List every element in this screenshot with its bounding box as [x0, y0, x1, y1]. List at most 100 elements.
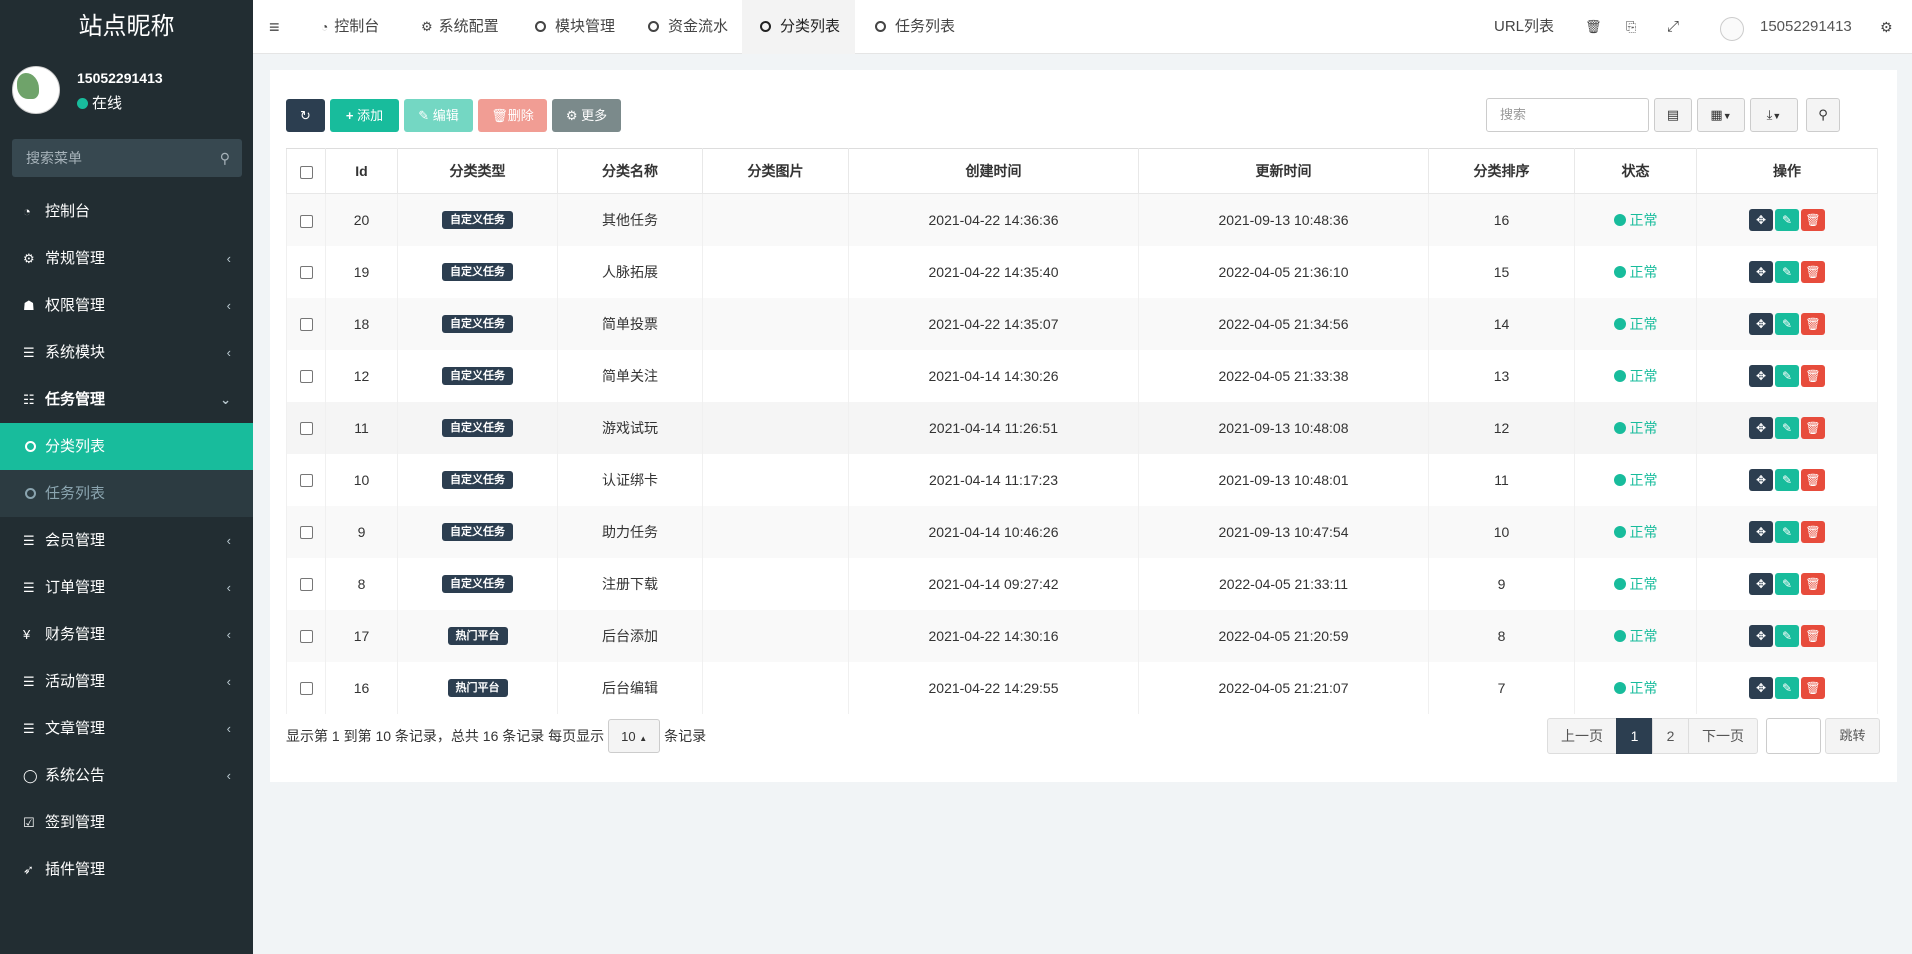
row-checkbox[interactable] [299, 578, 313, 592]
app-title[interactable]: 站点昵称 [0, 0, 253, 54]
page-size-select[interactable]: 10 ▲ [608, 719, 661, 753]
fullscreen-icon[interactable]: ⤢ [1667, 0, 1679, 54]
sidebar-item-plugins[interactable]: ➶ 插件管理 [0, 846, 253, 893]
row-select-cell[interactable] [286, 401, 326, 454]
sidebar-item-auth[interactable]: ☗ 权限管理 ‹ [0, 282, 253, 329]
add-button[interactable]: + 添加 [330, 99, 399, 132]
page-2-button[interactable]: 2 [1652, 718, 1689, 754]
drag-sort-button[interactable]: ✥ [1749, 312, 1773, 335]
refresh-button[interactable]: ↻ [286, 99, 325, 132]
tab-system-config[interactable]: ⚙ 系统配置 [421, 0, 499, 54]
sidebar-item-articles[interactable]: ☰ 文章管理 ‹ [0, 705, 253, 752]
columns-button[interactable]: ▦▼ [1697, 98, 1745, 132]
sidebar-item-system-module[interactable]: ☰ 系统模块 ‹ [0, 329, 253, 376]
tab-category-list[interactable]: 分类列表 [742, 0, 855, 54]
row-select-cell[interactable] [286, 661, 326, 714]
sidebar-item-finance[interactable]: ¥ 财务管理 ‹ [0, 611, 253, 658]
row-checkbox[interactable] [299, 474, 313, 488]
drag-sort-button[interactable]: ✥ [1749, 520, 1773, 543]
tab-module-management[interactable]: 模块管理 [535, 0, 615, 54]
drag-sort-button[interactable]: ✥ [1749, 364, 1773, 387]
sidebar-item-activities[interactable]: ☰ 活动管理 ‹ [0, 658, 253, 705]
sidebar-item-orders[interactable]: ☰ 订单管理 ‹ [0, 564, 253, 611]
sidebar-item-checkin[interactable]: ☑ 签到管理 [0, 799, 253, 846]
col-header-name[interactable]: 分类名称 [557, 148, 703, 194]
row-select-cell[interactable] [286, 297, 326, 350]
drag-sort-button[interactable]: ✥ [1749, 260, 1773, 283]
tab-task-list[interactable]: 任务列表 [875, 0, 955, 54]
row-checkbox[interactable] [299, 682, 313, 696]
sidebar-item-general[interactable]: ⚙ 常规管理 ‹ [0, 235, 253, 282]
sidebar-search-input[interactable]: 搜索菜单 ⚲ [12, 139, 242, 177]
row-delete-button[interactable]: 🗑 [1801, 416, 1825, 439]
select-all-header[interactable] [286, 148, 326, 194]
row-edit-button[interactable]: ✎ [1775, 260, 1799, 283]
sidebar-item-task-list[interactable]: 任务列表 [0, 470, 253, 517]
page-1-button[interactable]: 1 [1616, 718, 1653, 754]
toggle-view-button[interactable]: ▤ [1654, 98, 1692, 132]
settings-cogs-icon[interactable]: ⚙ [1880, 0, 1893, 54]
topbar-avatar[interactable] [1720, 17, 1744, 41]
row-edit-button[interactable]: ✎ [1775, 520, 1799, 543]
row-edit-button[interactable]: ✎ [1775, 364, 1799, 387]
row-edit-button[interactable]: ✎ [1775, 416, 1799, 439]
col-header-status[interactable]: 状态 [1574, 148, 1697, 194]
drag-sort-button[interactable]: ✥ [1749, 624, 1773, 647]
row-delete-button[interactable]: 🗑 [1801, 364, 1825, 387]
row-edit-button[interactable]: ✎ [1775, 208, 1799, 231]
col-header-created[interactable]: 创建时间 [848, 148, 1139, 194]
drag-sort-button[interactable]: ✥ [1749, 208, 1773, 231]
topbar-user-name[interactable]: 15052291413 [1760, 0, 1852, 54]
select-all-checkbox[interactable] [299, 165, 313, 179]
sidebar-item-dashboard[interactable]: ◔ 控制台 [0, 188, 253, 235]
col-header-updated[interactable]: 更新时间 [1138, 148, 1429, 194]
row-checkbox[interactable] [299, 422, 313, 436]
edit-button[interactable]: ✎ 编辑 [404, 99, 473, 132]
row-select-cell[interactable] [286, 609, 326, 662]
delete-button[interactable]: 🗑删除 [478, 99, 547, 132]
row-select-cell[interactable] [286, 557, 326, 610]
row-select-cell[interactable] [286, 245, 326, 298]
row-delete-button[interactable]: 🗑 [1801, 572, 1825, 595]
next-page-button[interactable]: 下一页 [1688, 718, 1758, 754]
sidebar-item-task-management[interactable]: ☷ 任务管理 ⌄ [0, 376, 253, 423]
col-header-type[interactable]: 分类类型 [397, 148, 558, 194]
language-icon[interactable]: ⎘ [1626, 0, 1636, 54]
row-delete-button[interactable]: 🗑 [1801, 208, 1825, 231]
drag-sort-button[interactable]: ✥ [1749, 572, 1773, 595]
row-delete-button[interactable]: 🗑 [1801, 676, 1825, 699]
row-delete-button[interactable]: 🗑 [1801, 624, 1825, 647]
row-select-cell[interactable] [286, 193, 326, 246]
more-button[interactable]: ⚙ 更多 [552, 99, 621, 132]
sidebar-item-category-list[interactable]: 分类列表 [0, 423, 253, 470]
jump-page-input[interactable] [1766, 718, 1821, 754]
drag-sort-button[interactable]: ✥ [1749, 468, 1773, 491]
row-delete-button[interactable]: 🗑 [1801, 520, 1825, 543]
jump-button[interactable]: 跳转 [1825, 718, 1880, 754]
row-checkbox[interactable] [299, 266, 313, 280]
row-edit-button[interactable]: ✎ [1775, 572, 1799, 595]
row-checkbox[interactable] [299, 370, 313, 384]
url-list-link[interactable]: URL列表 [1494, 0, 1554, 54]
tab-dashboard[interactable]: ◔ 控制台 [321, 0, 379, 54]
tab-fund-flow[interactable]: 资金流水 [648, 0, 728, 54]
col-header-id[interactable]: Id [325, 148, 398, 194]
drag-sort-button[interactable]: ✥ [1749, 676, 1773, 699]
row-checkbox[interactable] [299, 214, 313, 228]
table-search-input[interactable]: 搜索 [1486, 98, 1649, 132]
sidebar-item-announcements[interactable]: ◯ 系统公告 ‹ [0, 752, 253, 799]
row-edit-button[interactable]: ✎ [1775, 624, 1799, 647]
row-delete-button[interactable]: 🗑 [1801, 312, 1825, 335]
menu-toggle-icon[interactable]: ≡ [269, 0, 280, 54]
col-header-sort[interactable]: 分类排序 [1428, 148, 1575, 194]
search-button[interactable]: ⚲ [1806, 98, 1840, 132]
row-select-cell[interactable] [286, 453, 326, 506]
row-select-cell[interactable] [286, 349, 326, 402]
row-delete-button[interactable]: 🗑 [1801, 468, 1825, 491]
col-header-image[interactable]: 分类图片 [702, 148, 849, 194]
row-select-cell[interactable] [286, 505, 326, 558]
row-edit-button[interactable]: ✎ [1775, 468, 1799, 491]
trash-icon[interactable]: 🗑 [1585, 0, 1602, 54]
row-edit-button[interactable]: ✎ [1775, 312, 1799, 335]
row-edit-button[interactable]: ✎ [1775, 676, 1799, 699]
